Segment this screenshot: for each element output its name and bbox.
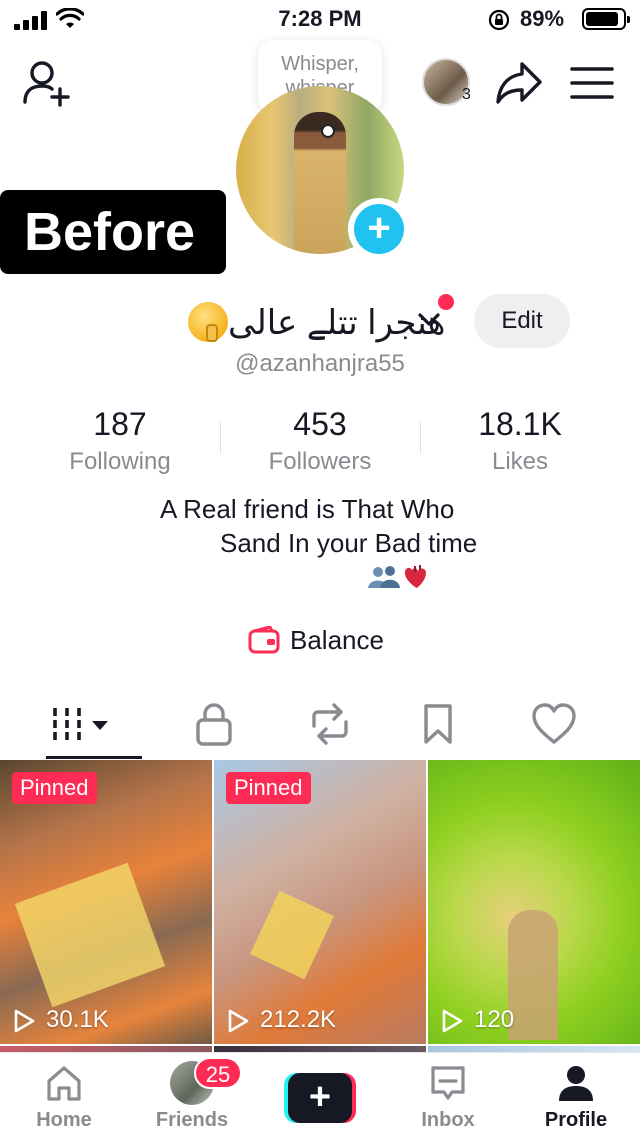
video-thumbnail[interactable]: 120 [428, 760, 640, 1044]
nav-home-label: Home [36, 1109, 92, 1131]
story-avatar-count: 3 [462, 86, 471, 103]
play-icon [442, 1009, 463, 1033]
stat-likes[interactable]: 18.1K Likes [420, 404, 620, 478]
tab-reposts[interactable] [262, 692, 390, 760]
play-icon [228, 1009, 249, 1033]
tab-saved[interactable] [374, 692, 502, 760]
stat-following[interactable]: 187 Following [20, 404, 220, 478]
tab-liked[interactable] [486, 692, 614, 760]
pinned-badge: Pinned [226, 772, 311, 804]
status-bar: 7:28 PM 89% [0, 0, 640, 40]
bottom-navigation: Home 25 Friends + Inbox Profile [0, 1052, 640, 1136]
battery-percentage: 89% [520, 6, 565, 31]
bookmark-icon [424, 704, 452, 744]
pinned-badge: Pinned [12, 772, 97, 804]
menu-icon[interactable] [570, 66, 614, 100]
chevron-down-icon [418, 313, 440, 326]
display-name-row[interactable]: هنجرا تتلے عالی [184, 294, 464, 346]
tab-private[interactable] [150, 692, 278, 760]
notification-dot [438, 294, 454, 310]
lock-icon [196, 703, 232, 746]
plus-icon: + [288, 1073, 352, 1123]
couple-and-heart-emoji [368, 565, 426, 588]
balance-label: Balance [290, 625, 384, 655]
home-icon [47, 1066, 81, 1101]
bio-line: Sand In your Bad time [220, 528, 478, 558]
play-icon [14, 1009, 35, 1033]
battery-icon [582, 8, 630, 30]
repost-icon [312, 703, 348, 745]
nav-profile[interactable]: Profile [512, 1053, 640, 1136]
likes-label: Likes [491, 448, 549, 475]
before-label: Before [0, 190, 226, 274]
tab-videos[interactable] [22, 692, 150, 760]
followers-count: 453 [293, 406, 347, 442]
followers-label: Followers [268, 448, 372, 475]
profile-icon [559, 1066, 593, 1101]
shushing-face-emoji [188, 302, 228, 342]
inbox-icon [431, 1066, 465, 1100]
share-icon[interactable] [494, 60, 544, 106]
nav-home[interactable]: Home [0, 1053, 128, 1136]
video-grid: Pinned 30.1K Pinned 212.2K 120 [0, 760, 640, 1058]
add-story-button[interactable]: + [348, 198, 410, 260]
following-label: Following [69, 448, 171, 475]
plus-icon: + [354, 204, 404, 254]
stat-followers[interactable]: 453 Followers [220, 404, 420, 478]
whisper-pointer-dot [321, 124, 335, 138]
balance-link[interactable]: Balance [248, 622, 408, 658]
battery-fill [586, 12, 619, 26]
create-button[interactable]: + [284, 1073, 356, 1123]
rotation-lock-icon [488, 9, 510, 31]
video-thumbnail[interactable]: Pinned 30.1K [0, 760, 212, 1044]
username-handle: @azanhanjra55 [235, 350, 405, 377]
edit-profile-button[interactable]: Edit [474, 294, 570, 348]
nav-inbox-label: Inbox [421, 1109, 475, 1131]
heart-icon [532, 703, 576, 744]
active-tab-indicator [46, 756, 142, 759]
video-thumbnail[interactable]: Pinned 212.2K [214, 760, 426, 1044]
following-count: 187 [93, 406, 147, 442]
profile-tabs [0, 692, 640, 760]
friends-count-badge: 25 [194, 1057, 242, 1089]
bio-line: A Real friend is That Who [160, 494, 455, 524]
likes-count: 18.1K [478, 406, 562, 442]
nav-profile-label: Profile [544, 1109, 608, 1131]
grid-icon [53, 708, 108, 740]
nav-friends[interactable]: 25 Friends [128, 1053, 256, 1136]
nav-friends-label: Friends [155, 1109, 229, 1131]
nav-inbox[interactable]: Inbox [384, 1053, 512, 1136]
avatar-photo [294, 112, 346, 254]
wallet-icon [248, 626, 280, 654]
display-name: هنجرا تتلے عالی [228, 304, 446, 342]
add-friend-icon[interactable] [20, 58, 74, 108]
